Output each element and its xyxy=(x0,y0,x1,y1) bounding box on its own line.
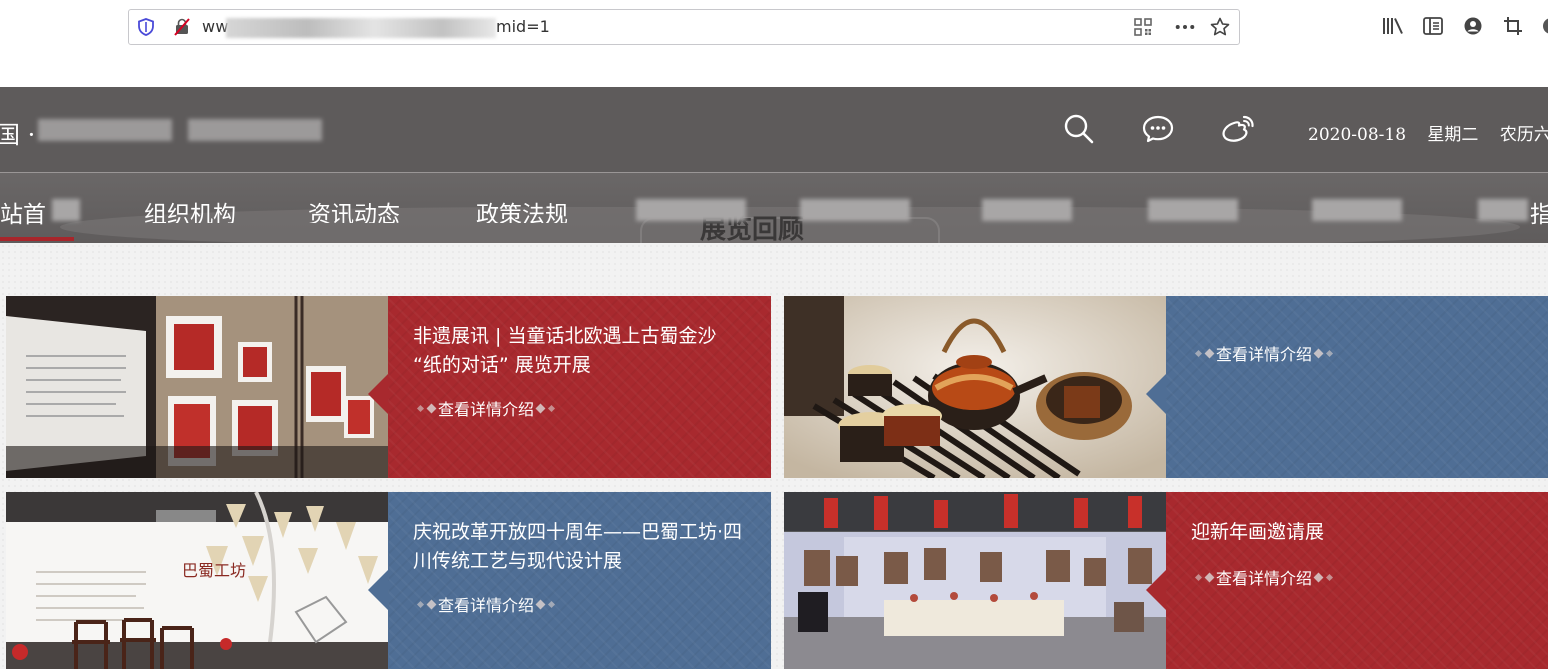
exhibition-card[interactable]: 迎新年画邀请展 查看详情介绍 xyxy=(784,492,1548,669)
reader-view-icon[interactable] xyxy=(1421,14,1445,38)
exhibition-list: 非遗展讯 | 当童话北欧遇上古蜀金沙 “纸的对话” 展览开展 查看详情介绍 查看… xyxy=(0,243,1548,669)
chat-bubble-icon[interactable] xyxy=(1536,14,1548,38)
exhibition-card-panel[interactable]: 庆祝改革开放四十周年——巴蜀工坊·四川传统工艺与现代设计展 查看详情介绍 xyxy=(368,492,771,669)
url-prefix: ww xyxy=(202,17,229,36)
date-text: 2020-08-18 xyxy=(1308,125,1407,145)
site-title-redacted xyxy=(38,119,172,141)
browser-chrome: ww mid=1 xyxy=(0,0,1548,87)
site-subtitle-redacted xyxy=(188,119,322,141)
nav-item-redacted[interactable] xyxy=(636,199,746,221)
nav-item-home[interactable]: 站首 xyxy=(0,195,46,229)
insecure-lock-icon[interactable] xyxy=(172,17,192,37)
nav-item-organization[interactable]: 组织机构 xyxy=(144,195,236,223)
address-bar[interactable]: ww mid=1 xyxy=(128,9,1240,45)
date-display: 2020-08-18 星期二 农历六 xyxy=(1308,120,1548,145)
exhibition-card-title[interactable]: 庆祝改革开放四十周年——巴蜀工坊·四川传统工艺与现代设计展 xyxy=(413,518,743,576)
library-icon[interactable] xyxy=(1381,14,1405,38)
weekday-text: 星期二 xyxy=(1427,125,1479,145)
exhibition-card-panel[interactable]: 迎新年画邀请展 查看详情介绍 xyxy=(1146,492,1548,669)
nav-item-redacted xyxy=(52,199,80,221)
view-details-label[interactable]: 查看详情介绍 xyxy=(438,396,534,420)
nav-item-guide[interactable]: 指 xyxy=(1530,195,1548,229)
weibo-icon[interactable] xyxy=(1220,111,1256,147)
account-icon[interactable] xyxy=(1461,14,1485,38)
wechat-icon[interactable] xyxy=(1140,111,1176,147)
nav-item-news[interactable]: 资讯动态 xyxy=(308,195,400,223)
nav-item-redacted[interactable] xyxy=(982,199,1072,221)
site-title: 国 · xyxy=(0,121,36,149)
bookmark-star-icon[interactable] xyxy=(1210,17,1230,37)
exhibition-card-panel[interactable]: 查看详情介绍 xyxy=(1146,296,1548,478)
view-details-link[interactable]: 查看详情介绍 xyxy=(1194,565,1334,589)
url-suffix: mid=1 xyxy=(496,17,550,36)
exhibition-photo-new-year-prints[interactable] xyxy=(784,492,1166,669)
exhibition-photo-tea-set[interactable] xyxy=(784,296,1166,478)
crop-icon[interactable] xyxy=(1501,14,1525,38)
view-details-link[interactable]: 查看详情介绍 xyxy=(416,396,556,420)
url-redacted xyxy=(226,18,496,38)
view-details-label[interactable]: 查看详情介绍 xyxy=(438,592,534,616)
search-icon[interactable] xyxy=(1061,111,1097,147)
svg-text:巴蜀工坊: 巴蜀工坊 xyxy=(182,561,246,580)
main-nav: 展览回顾 站首 组织机构 资讯动态 政策法规 指 xyxy=(0,173,1548,243)
more-icon[interactable] xyxy=(1175,17,1195,37)
exhibition-card-title[interactable]: 非遗展讯 | 当童话北欧遇上古蜀金沙 “纸的对话” 展览开展 xyxy=(413,322,743,380)
site-header: 国 · 2020-08-18 星期二 农历六 xyxy=(0,87,1548,173)
view-details-label[interactable]: 查看详情介绍 xyxy=(1216,565,1312,589)
exhibition-card-title[interactable]: 迎新年画邀请展 xyxy=(1191,518,1521,547)
lunar-date-text: 农历六 xyxy=(1499,125,1548,145)
exhibition-photo-bashu-workshop[interactable]: 巴蜀工坊 xyxy=(6,492,388,669)
exhibition-card[interactable]: 查看详情介绍 xyxy=(784,296,1548,478)
exhibition-photo-paper-dialogue[interactable] xyxy=(6,296,388,478)
qr-code-icon[interactable] xyxy=(1133,17,1153,37)
nav-item-redacted[interactable] xyxy=(1148,199,1238,221)
view-details-label[interactable]: 查看详情介绍 xyxy=(1216,341,1312,365)
exhibition-card[interactable]: 非遗展讯 | 当童话北欧遇上古蜀金沙 “纸的对话” 展览开展 查看详情介绍 xyxy=(6,296,771,478)
shield-icon[interactable] xyxy=(136,17,156,37)
view-details-link[interactable]: 查看详情介绍 xyxy=(416,592,556,616)
exhibition-card[interactable]: 巴蜀工坊 庆祝改革开放四十周年——巴蜀工坊·四川传统工艺与现代设计展 查看详情介… xyxy=(6,492,771,669)
nav-item-redacted[interactable] xyxy=(800,199,910,221)
nav-item-redacted[interactable] xyxy=(1478,199,1528,221)
exhibition-card-panel[interactable]: 非遗展讯 | 当童话北欧遇上古蜀金沙 “纸的对话” 展览开展 查看详情介绍 xyxy=(368,296,771,478)
view-details-link[interactable]: 查看详情介绍 xyxy=(1194,341,1334,365)
nav-item-policy[interactable]: 政策法规 xyxy=(476,195,568,223)
nav-active-indicator xyxy=(0,237,74,241)
nav-item-redacted[interactable] xyxy=(1312,199,1402,221)
